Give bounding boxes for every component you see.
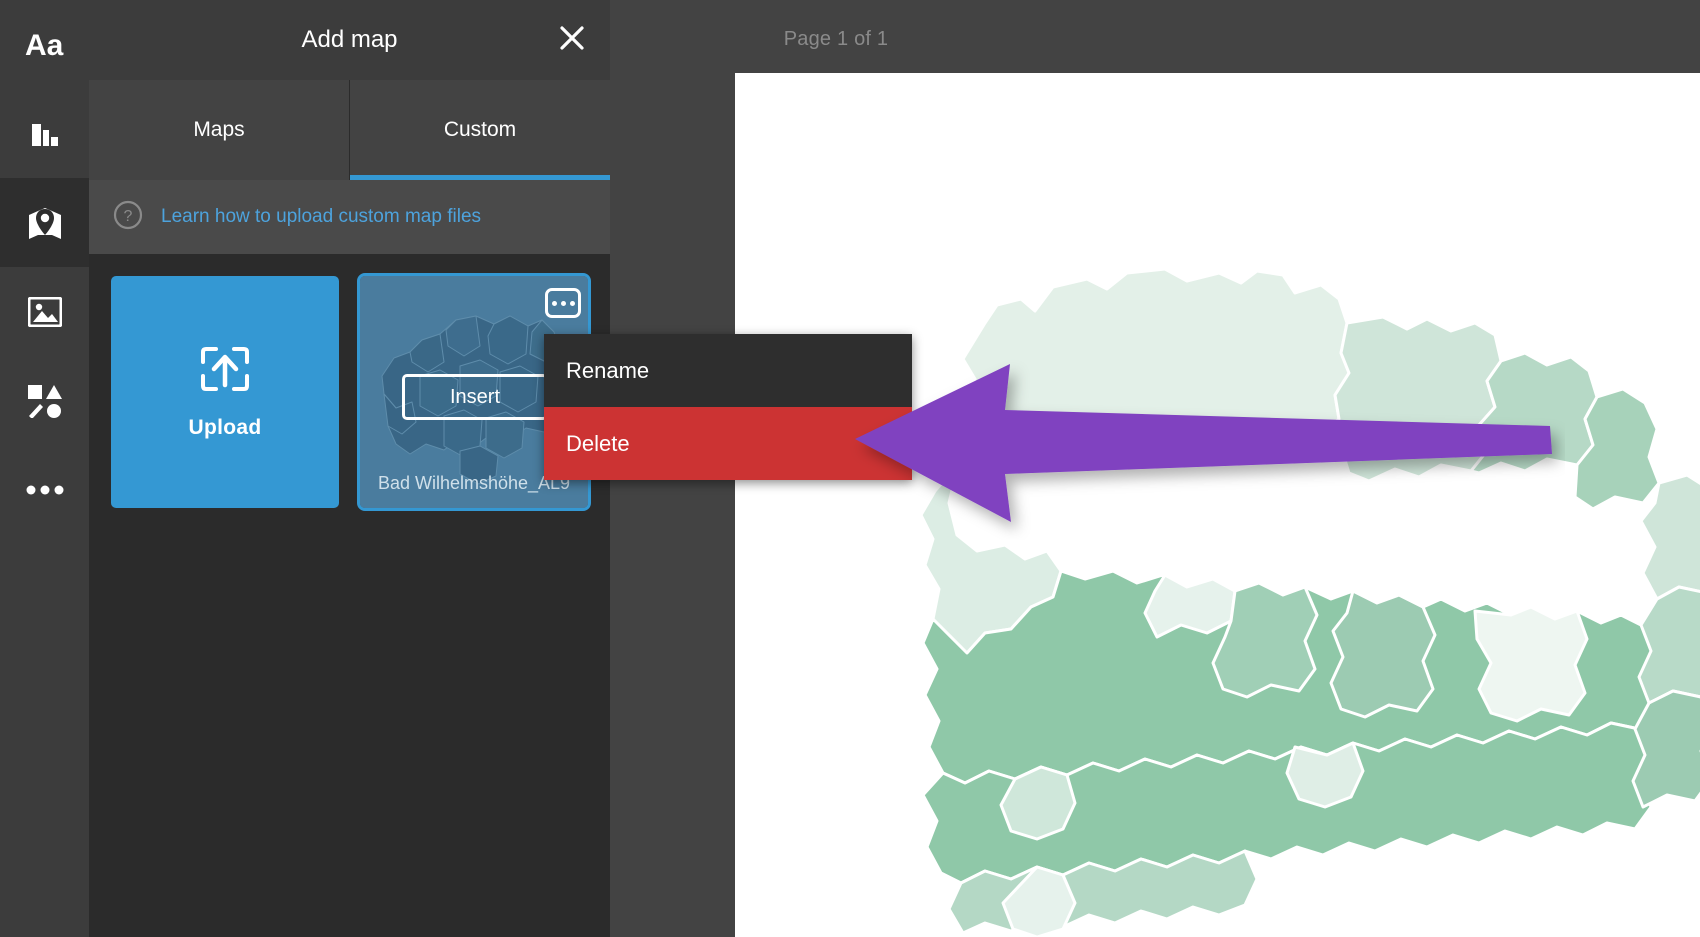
ellipsis-dot (569, 300, 575, 306)
upload-card-label: Upload (188, 415, 262, 439)
choropleth-map (919, 267, 1700, 937)
panel-header: Add map (89, 0, 610, 80)
tab-custom-label: Custom (443, 118, 517, 141)
sidebar-item-map[interactable] (0, 178, 89, 267)
menu-item-delete-label: Delete (566, 430, 630, 456)
menu-item-rename[interactable]: Rename (544, 334, 912, 407)
learn-link-label[interactable]: Learn how to upload custom map files (161, 206, 481, 228)
help-circle-icon: ? (113, 200, 143, 235)
add-map-panel[interactable]: Add map Maps Custom ? Learn how to uploa… (89, 0, 610, 937)
sidebar-item-image[interactable] (0, 267, 89, 356)
shapes-icon (27, 384, 63, 418)
ellipsis-dot (560, 300, 566, 306)
upload-card[interactable]: Upload (111, 276, 339, 508)
card-context-menu[interactable]: Rename Delete (544, 334, 912, 480)
ellipsis-dot (551, 300, 557, 306)
tab-custom[interactable]: Custom (349, 80, 610, 180)
svg-text:Aa: Aa (25, 30, 64, 60)
panel-tabs[interactable]: Maps Custom (89, 80, 610, 180)
tab-maps-underline (89, 175, 349, 180)
image-icon (27, 296, 62, 327)
sidebar-item-shapes[interactable] (0, 356, 89, 445)
menu-item-rename-label: Rename (566, 357, 650, 383)
page-title: Add map (301, 26, 398, 53)
tool-rail[interactable]: Aa (0, 0, 89, 937)
learn-link-row[interactable]: ? Learn how to upload custom map files (89, 180, 610, 254)
ellipsis-icon (26, 485, 64, 495)
map-card-grid: Upload Insert Bad Wilhelmshöhe_AL9 (89, 254, 610, 530)
sidebar-item-chart[interactable] (0, 89, 89, 178)
insert-button[interactable]: Insert (402, 374, 548, 420)
upload-icon (199, 345, 251, 402)
sidebar-item-more[interactable] (0, 445, 89, 534)
sidebar-item-text[interactable]: Aa (0, 0, 89, 89)
tab-maps[interactable]: Maps (89, 80, 349, 180)
close-icon (559, 25, 585, 56)
text-icon: Aa (25, 30, 65, 60)
tab-maps-label: Maps (193, 118, 245, 141)
svg-text:?: ? (124, 208, 133, 225)
menu-item-delete[interactable]: Delete (544, 407, 912, 480)
page-sheet[interactable] (735, 73, 1700, 937)
map-pin-icon (27, 205, 63, 241)
card-overflow-menu-button[interactable] (545, 288, 581, 318)
close-button[interactable] (552, 20, 592, 60)
insert-button-label: Insert (449, 385, 501, 408)
tab-custom-underline (350, 175, 610, 180)
chart-icon (29, 118, 61, 150)
page-indicator: Page 1 of 1 (783, 28, 889, 50)
